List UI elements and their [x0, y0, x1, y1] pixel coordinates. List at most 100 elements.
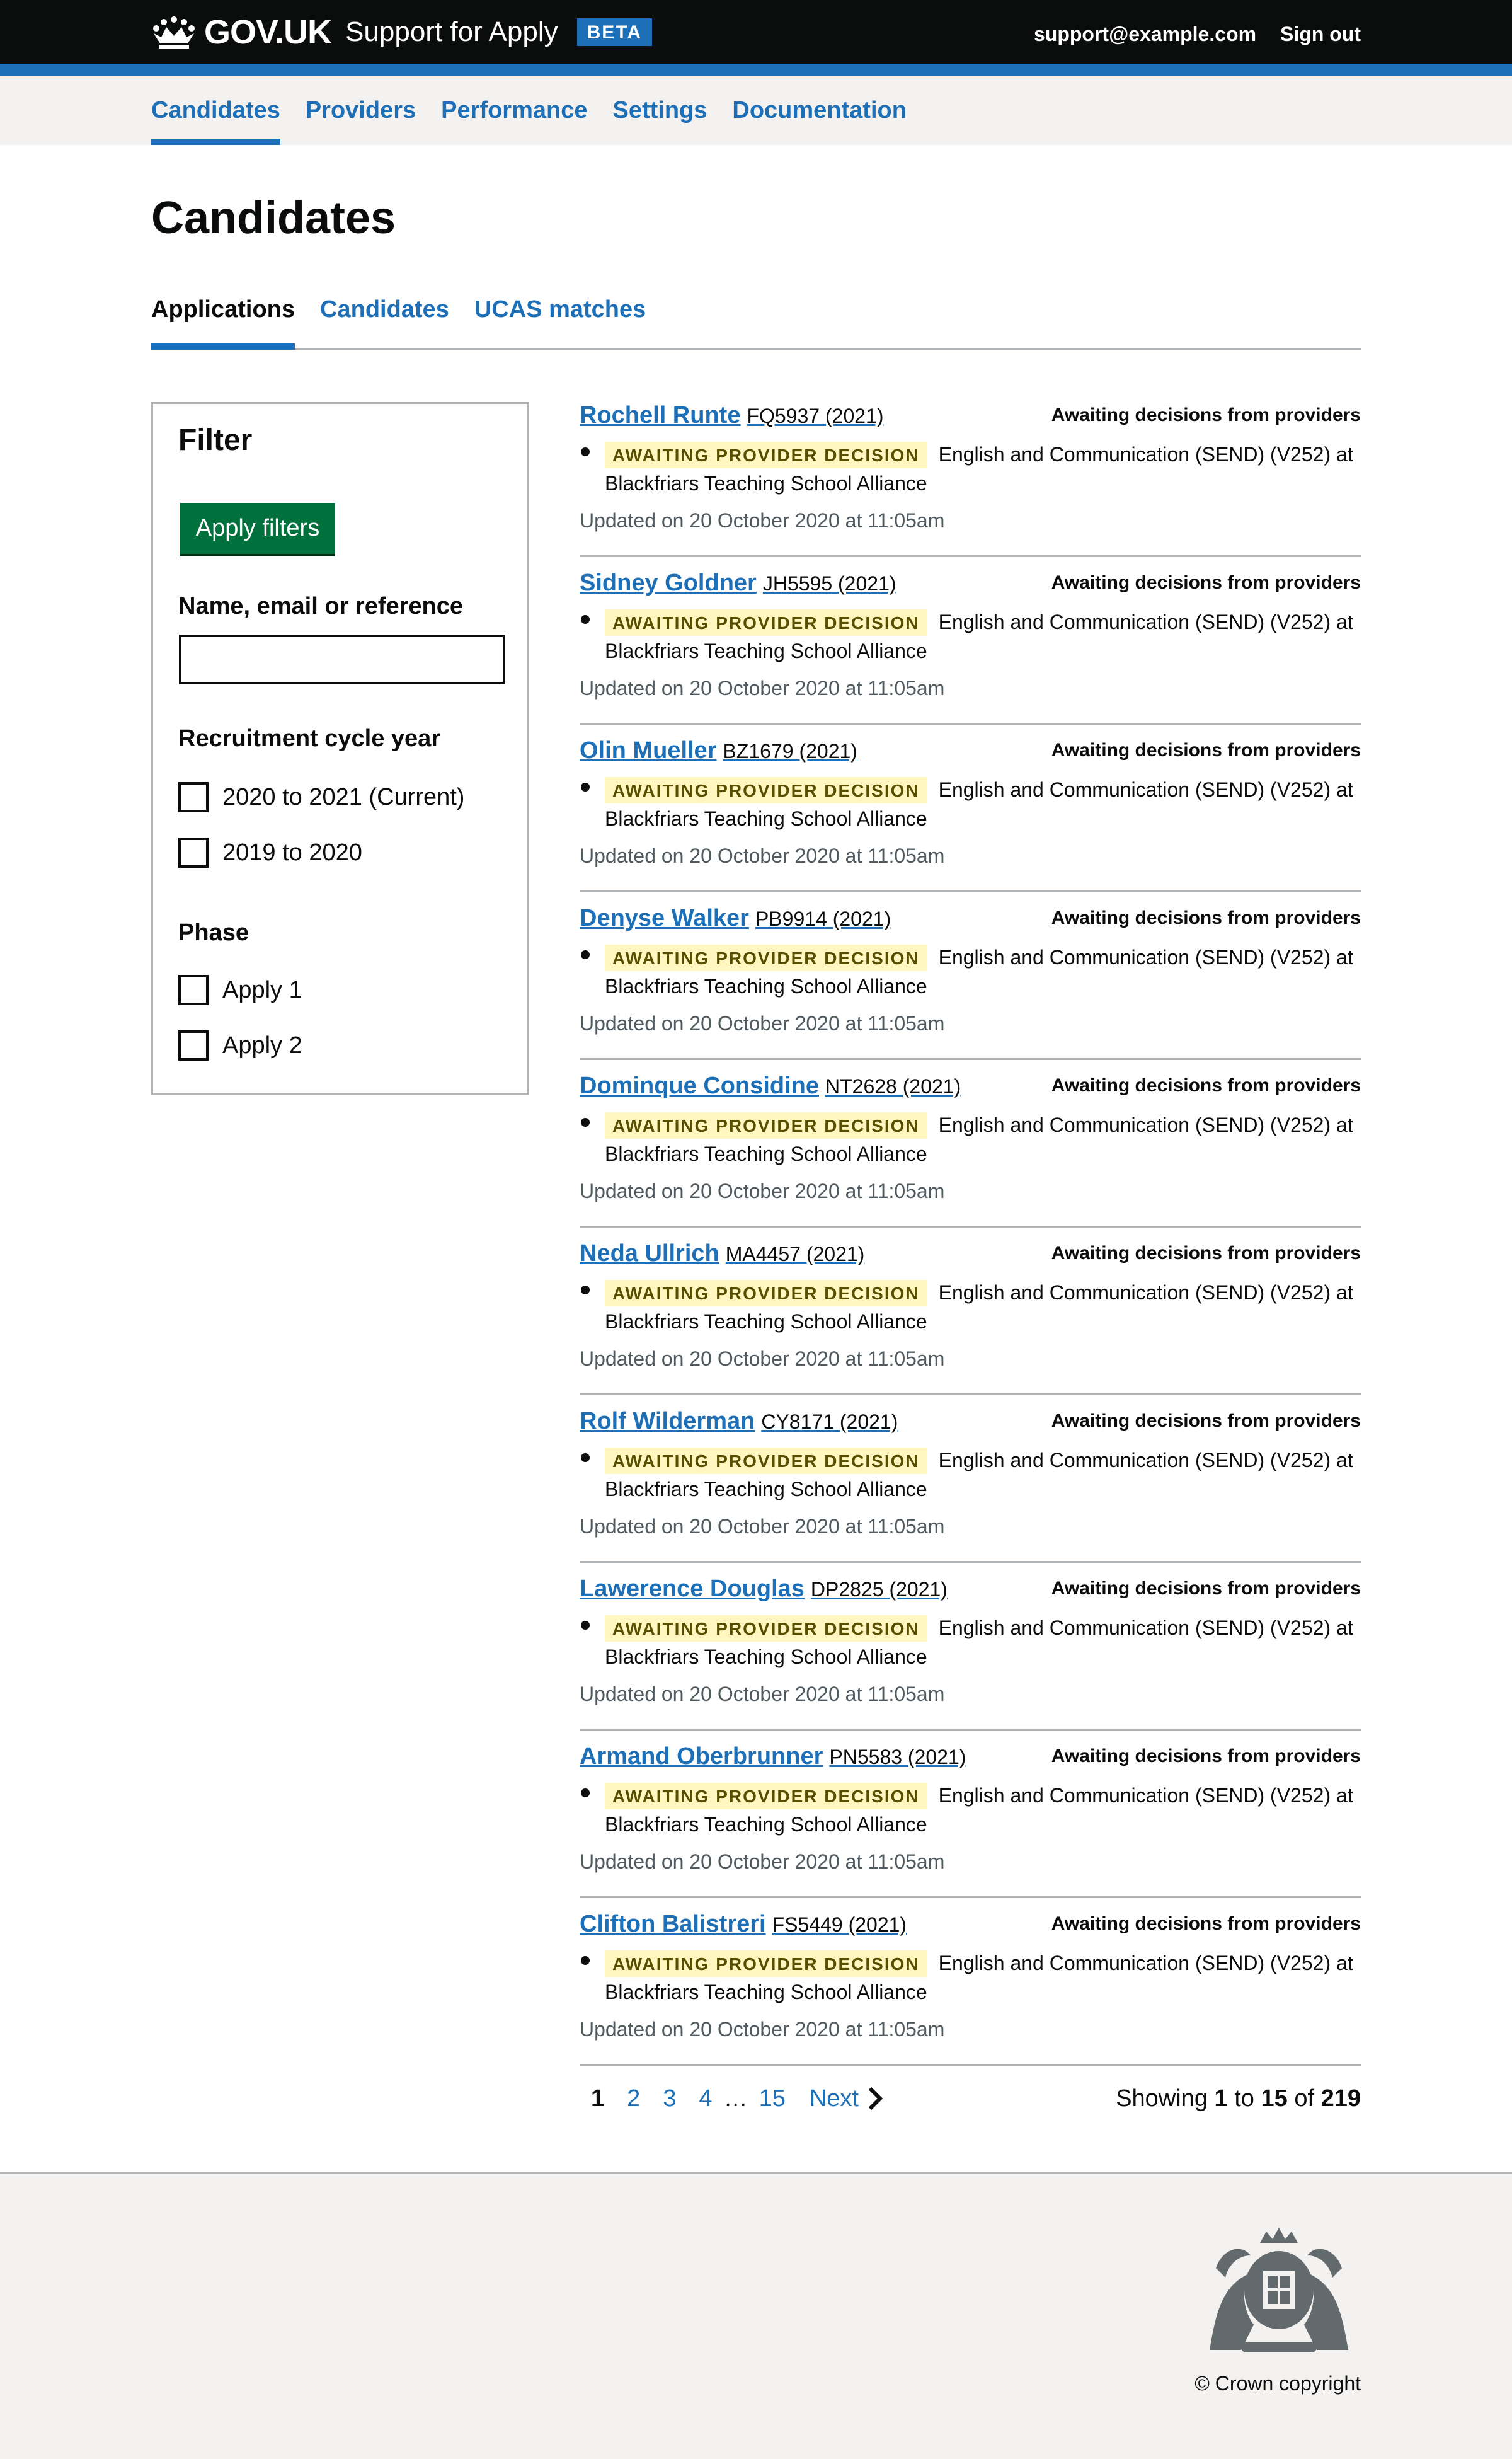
application-item: Denyse Walker PB9914 (2021) Awaiting deci… [580, 892, 1361, 1060]
pagination-ellipsis: … [723, 2085, 748, 2112]
candidate-name-link[interactable]: Neda Ullrich MA4457 (2021) [580, 1240, 864, 1267]
candidate-name[interactable]: Sidney Goldner [580, 570, 757, 596]
checkbox[interactable] [178, 1030, 209, 1061]
chevron-right-icon [868, 2087, 883, 2111]
checkbox-label: Apply 1 [222, 976, 302, 1003]
candidate-name-link[interactable]: Lawerence Douglas DP2825 (2021) [580, 1575, 948, 1603]
application-reference: DP2825 (2021) [810, 1578, 948, 1601]
crown-icon [153, 16, 195, 49]
candidate-name-link[interactable]: Dominque Considine NT2628 (2021) [580, 1073, 961, 1100]
provider-name: Blackfriars Teaching School Alliance [605, 975, 927, 998]
checkbox[interactable] [178, 975, 209, 1005]
application-status: Awaiting decisions from providers [1051, 1410, 1361, 1431]
application-reference: FQ5937 (2021) [747, 405, 884, 427]
site-footer: © Crown copyright [0, 2172, 1512, 2459]
course-name: English and Communication (SEND) (V252) … [938, 1281, 1353, 1304]
phase-option-apply-2[interactable]: Apply 2 [178, 1030, 302, 1061]
bullet-icon [581, 1286, 590, 1294]
candidate-name-link[interactable]: Denyse Walker PB9914 (2021) [580, 905, 891, 932]
user-email: support@example.com [1033, 23, 1257, 45]
crown-copyright-link[interactable]: © Crown copyright [1194, 2372, 1361, 2395]
header-blue-bar [0, 64, 1512, 76]
provider-name: Blackfriars Teaching School Alliance [605, 1478, 927, 1500]
next-page-link[interactable]: Next [810, 2085, 885, 2112]
page-title: Candidates [151, 193, 396, 243]
candidate-name-link[interactable]: Clifton Balistreri FS5449 (2021) [580, 1911, 907, 1938]
status-tag: AWAITING PROVIDER DECISION [605, 1783, 927, 1809]
course-name: English and Communication (SEND) (V252) … [938, 443, 1353, 466]
application-choice: AWAITING PROVIDER DECISION English and Co… [580, 1613, 1361, 1671]
showing-to-word: to [1234, 2085, 1254, 2112]
application-status: Awaiting decisions from providers [1051, 1578, 1361, 1599]
page-link[interactable]: 2 [627, 2085, 640, 2112]
updated-timestamp: Updated on 20 October 2020 at 11:05am [580, 1347, 945, 1370]
apply-filters-button[interactable]: Apply filters [180, 503, 335, 554]
nav-item-candidates[interactable]: Candidates [151, 76, 280, 145]
tab-applications[interactable]: Applications [151, 296, 295, 350]
tab-candidates[interactable]: Candidates [320, 296, 449, 348]
phase-option-apply-1[interactable]: Apply 1 [178, 975, 302, 1005]
course-name: English and Communication (SEND) (V252) … [938, 1952, 1353, 1974]
provider-name: Blackfriars Teaching School Alliance [605, 472, 927, 495]
candidate-name[interactable]: Denyse Walker [580, 905, 749, 931]
updated-timestamp: Updated on 20 October 2020 at 11:05am [580, 2018, 945, 2041]
candidate-name[interactable]: Armand Oberbrunner [580, 1743, 823, 1770]
cycle-option-2021[interactable]: 2020 to 2021 (Current) [178, 782, 464, 812]
checkbox[interactable] [178, 838, 209, 868]
search-input[interactable] [179, 635, 505, 684]
royal-coat-of-arms-icon [1210, 2228, 1348, 2352]
application-item: Olin Mueller BZ1679 (2021) Awaiting decis… [580, 725, 1361, 892]
candidate-name[interactable]: Clifton Balistreri [580, 1911, 766, 1937]
govuk-logo[interactable]: GOV.UK Support for Apply BETA [151, 10, 653, 54]
application-item: Armand Oberbrunner PN5583 (2021) Awaiting… [580, 1731, 1361, 1898]
application-item: Sidney Goldner JH5595 (2021) Awaiting dec… [580, 557, 1361, 725]
candidate-name[interactable]: Lawerence Douglas [580, 1575, 805, 1602]
candidate-name[interactable]: Olin Mueller [580, 737, 716, 764]
bullet-icon [581, 447, 590, 456]
candidate-name[interactable]: Neda Ullrich [580, 1240, 719, 1267]
candidate-name-link[interactable]: Rolf Wilderman CY8171 (2021) [580, 1408, 898, 1435]
course-name: English and Communication (SEND) (V252) … [938, 611, 1353, 633]
nav-item-settings[interactable]: Settings [612, 76, 707, 145]
candidate-name[interactable]: Dominque Considine [580, 1073, 819, 1099]
application-item: Rolf Wilderman CY8171 (2021) Awaiting dec… [580, 1395, 1361, 1563]
nav-item-performance[interactable]: Performance [441, 76, 587, 145]
status-tag: AWAITING PROVIDER DECISION [605, 442, 927, 468]
application-status: Awaiting decisions from providers [1051, 1243, 1361, 1264]
service-name[interactable]: Support for Apply [345, 16, 558, 48]
checkbox[interactable] [178, 782, 209, 812]
page-link[interactable]: 4 [699, 2085, 712, 2112]
updated-timestamp: Updated on 20 October 2020 at 11:05am [580, 1180, 945, 1202]
tab-ucas-matches[interactable]: UCAS matches [474, 296, 646, 348]
candidate-name-link[interactable]: Olin Mueller BZ1679 (2021) [580, 737, 857, 764]
showing-from: 1 [1214, 2085, 1228, 2112]
application-status: Awaiting decisions from providers [1051, 907, 1361, 928]
applications-list: Rochell Runte FQ5937 (2021) Awaiting deci… [580, 389, 1361, 2066]
application-reference: PB9914 (2021) [755, 907, 891, 930]
candidate-name-link[interactable]: Sidney Goldner JH5595 (2021) [580, 570, 896, 597]
application-status: Awaiting decisions from providers [1051, 572, 1361, 593]
page-link-last[interactable]: 15 [759, 2085, 786, 2112]
search-label: Name, email or reference [178, 593, 464, 619]
candidate-name[interactable]: Rolf Wilderman [580, 1408, 755, 1434]
showing-prefix: Showing [1116, 2085, 1208, 2112]
candidate-name[interactable]: Rochell Runte [580, 402, 740, 429]
next-label: Next [809, 2085, 859, 2112]
provider-name: Blackfriars Teaching School Alliance [605, 1310, 927, 1333]
application-choice: AWAITING PROVIDER DECISION English and Co… [580, 775, 1361, 833]
sign-out-link[interactable]: Sign out [1280, 23, 1361, 46]
course-name: English and Communication (SEND) (V252) … [938, 1114, 1353, 1136]
nav-item-providers[interactable]: Providers [306, 76, 416, 145]
updated-timestamp: Updated on 20 October 2020 at 11:05am [580, 509, 945, 532]
showing-to: 15 [1261, 2085, 1288, 2112]
page-link[interactable]: 3 [663, 2085, 676, 2112]
phase-label: Phase [178, 919, 249, 946]
candidate-name-link[interactable]: Armand Oberbrunner PN5583 (2021) [580, 1743, 966, 1770]
candidate-name-link[interactable]: Rochell Runte FQ5937 (2021) [580, 402, 883, 429]
sub-nav-tabs: Applications Candidates UCAS matches [151, 296, 1361, 350]
nav-item-documentation[interactable]: Documentation [732, 76, 907, 145]
application-reference: JH5595 (2021) [762, 572, 896, 595]
status-tag: AWAITING PROVIDER DECISION [605, 1112, 927, 1139]
bullet-icon [581, 1788, 590, 1797]
cycle-option-2020[interactable]: 2019 to 2020 [178, 838, 362, 868]
